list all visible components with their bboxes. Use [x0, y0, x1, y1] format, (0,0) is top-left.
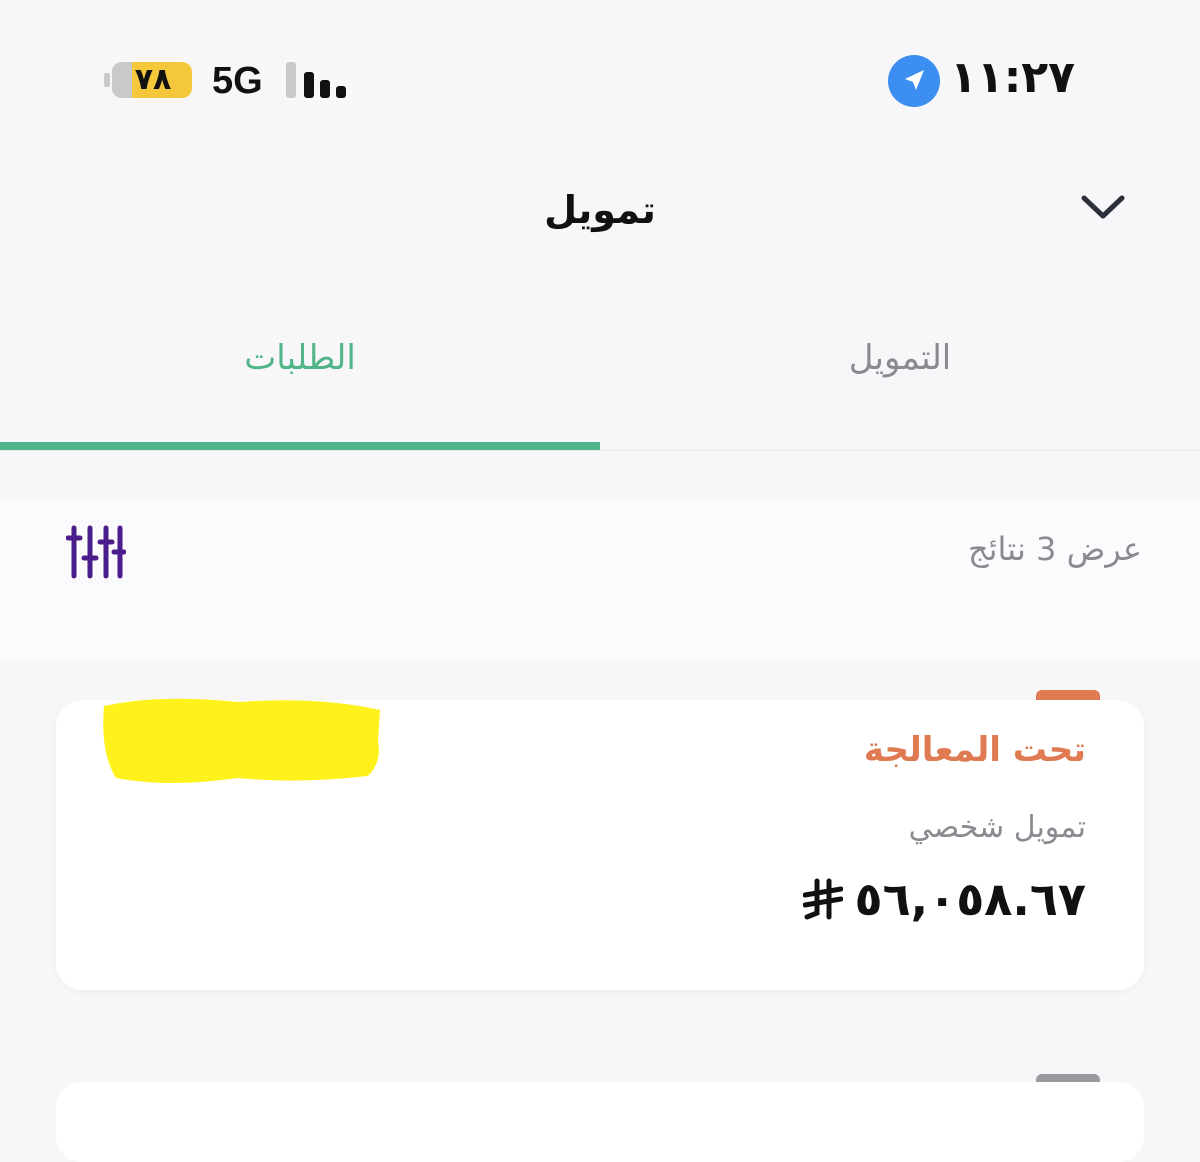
results-count: عرض 3 نتائج	[967, 530, 1142, 568]
results-bar	[0, 500, 1200, 660]
status-time: ١١:٢٧	[950, 52, 1076, 103]
request-card[interactable]	[56, 1082, 1144, 1162]
signal-icon	[286, 60, 350, 100]
tab-divider	[0, 450, 1200, 451]
amount-value: ٥٦,٠٥٨.٦٧	[854, 872, 1086, 926]
amount-row: ٥٦,٠٥٨.٦٧	[802, 872, 1086, 926]
sliders-filter-icon[interactable]	[65, 522, 127, 582]
financing-type: تمويل شخصي	[908, 810, 1086, 845]
page-title: تمويل	[544, 188, 656, 232]
active-tab-indicator	[0, 442, 600, 450]
riyal-sign-icon	[802, 877, 844, 921]
chevron-down-icon[interactable]	[1078, 188, 1128, 228]
network-type: 5G	[212, 60, 263, 102]
tab-financing[interactable]: التمويل	[600, 338, 1200, 378]
location-arrow-icon	[888, 55, 940, 107]
tab-requests[interactable]: الطلبات	[0, 338, 600, 378]
status-label: تحت المعالجة	[863, 730, 1086, 770]
battery-level: ٧٨	[134, 62, 172, 97]
redaction-highlight	[98, 692, 384, 788]
